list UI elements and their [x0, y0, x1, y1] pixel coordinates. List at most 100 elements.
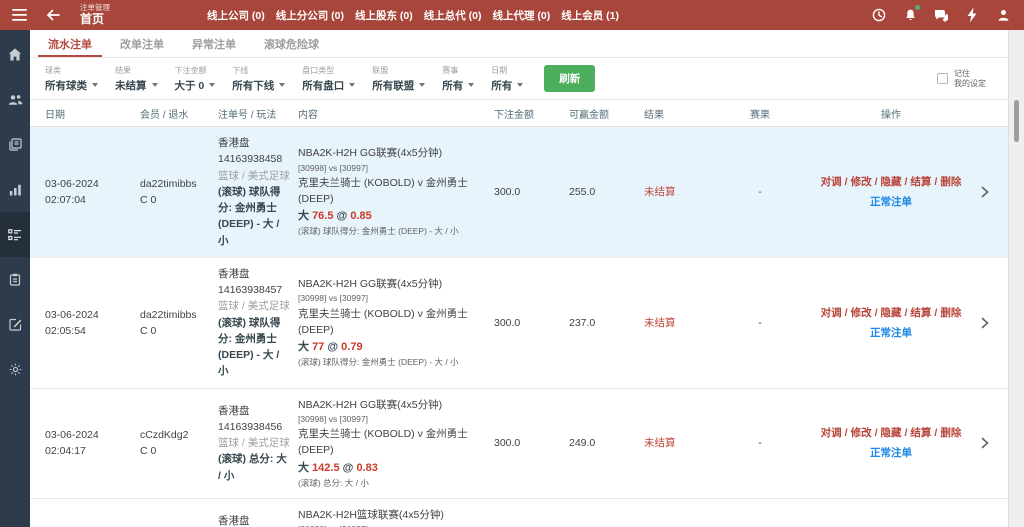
row-expand[interactable] [981, 437, 1001, 449]
filter-market-type-dropdown[interactable]: 盘口类型 所有盘口 [302, 65, 355, 93]
action-hide[interactable]: 隐藏 [881, 307, 902, 319]
filter-league-dropdown[interactable]: 联盟 所有联盟 [372, 65, 425, 93]
win-amount: 249.0 [569, 435, 644, 451]
row-expand[interactable] [981, 186, 1001, 198]
filter-amount-dropdown[interactable]: 下注金额 大于 0 [175, 65, 216, 93]
filter-event-dropdown[interactable]: 赛事 所有 [442, 65, 474, 93]
filter-result-dropdown[interactable]: 结果 未结算 [115, 65, 158, 93]
bet-play-type: (滚球) 球队得分: 金州勇士 (DEEP) - 大 / 小 [218, 184, 292, 249]
filter-downline-dropdown[interactable]: 下线 所有下线 [232, 65, 285, 93]
history-icon[interactable] [870, 6, 888, 24]
sidebar-item-home[interactable] [0, 32, 30, 77]
nav-online-agent[interactable]: 线上代理 (0) [493, 8, 551, 23]
nav-online-master-agent[interactable]: 线上总代 (0) [424, 8, 482, 23]
action-settle[interactable]: 结算 [910, 176, 931, 188]
bet-market: 香港盘 [218, 135, 292, 151]
sidebar-item-users[interactable] [0, 77, 30, 122]
filter-date-dropdown[interactable]: 日期 所有 [491, 65, 523, 93]
row-actions: 对调/修改/隐藏/结算/删除 正常注单 [807, 305, 981, 342]
table-row[interactable]: 03-06-2024 02:04:17 cCzdKdg2 C 0 香港盘 141… [30, 389, 1008, 499]
bet-amount: 300.0 [494, 435, 569, 451]
remember-settings-checkbox[interactable] [937, 73, 948, 84]
action-modify[interactable]: 修改 [851, 427, 872, 439]
bet-number-play: 香港盘 14163938457 篮球 / 美式足球 (滚球) 球队得分: 金州勇… [218, 266, 298, 380]
nav-online-shareholder[interactable]: 线上股东 (0) [355, 8, 413, 23]
bolt-icon[interactable] [963, 6, 981, 24]
action-hide[interactable]: 隐藏 [881, 427, 902, 439]
table-row[interactable]: 03-06-2024 02:05:54 da22timibbs C 0 香港盘 … [30, 258, 1008, 389]
bell-icon[interactable] [901, 6, 919, 24]
action-swap[interactable]: 对调 [821, 307, 842, 319]
tab-modified-bets[interactable]: 改单注单 [106, 30, 178, 57]
action-hide[interactable]: 隐藏 [881, 176, 902, 188]
chat-icon[interactable] [932, 6, 950, 24]
action-swap[interactable]: 对调 [821, 427, 842, 439]
bet-play-sub: (滚球) 球队得分: 金州勇士 (DEEP) - 大 / 小 [298, 356, 488, 369]
settings-icon [9, 363, 22, 376]
sidebar [0, 30, 30, 527]
header-actions [870, 0, 1012, 30]
sidebar-item-notes[interactable] [0, 302, 30, 347]
bet-content: NBA2K-H2H GG联赛(4x5分钟) [30998] vs [30997]… [298, 397, 494, 490]
chevron-down-icon [279, 83, 285, 87]
header-score: 赛果 [719, 106, 807, 121]
sidebar-item-reports[interactable] [0, 167, 30, 212]
filter-bar: 球类 所有球类 结果 未结算 下注金额 大于 0 下线 所有下线 盘口类型 所有… [30, 58, 1008, 100]
bet-market: 香港盘 [218, 513, 292, 527]
header-action: 操作 [807, 106, 981, 121]
match-ids: [30998] vs [30997] [298, 292, 488, 305]
match-teams: 克里夫兰骑士 (KOBOLD) v 金州勇士 (DEEP) [298, 306, 488, 339]
normal-bet-link[interactable]: 正常注单 [807, 445, 975, 461]
header-win: 可赢金额 [569, 106, 644, 121]
filter-sport-dropdown[interactable]: 球类 所有球类 [45, 65, 98, 93]
match-ids: [30998] vs [30997] [298, 162, 488, 175]
match-score: - [719, 435, 807, 451]
hamburger-menu-icon[interactable] [6, 2, 32, 28]
sidebar-item-settings[interactable] [0, 347, 30, 392]
row-expand[interactable] [981, 317, 1001, 329]
nav-online-subcompany[interactable]: 线上分公司 (0) [276, 8, 344, 23]
table-row[interactable]: 03-06-2024 02:03:43 cCzdKdg2 C 0 香港盘 141… [30, 499, 1008, 527]
sidebar-item-documents[interactable] [0, 122, 30, 167]
league-name: NBA2K-H2H篮球联赛(4x5分钟) [298, 507, 488, 523]
tab-abnormal-bets[interactable]: 异常注单 [178, 30, 250, 57]
tab-bar: 流水注单 改单注单 异常注单 滚球危险球 [30, 30, 1008, 58]
normal-bet-link[interactable]: 正常注单 [807, 325, 975, 341]
account-icon[interactable] [994, 6, 1012, 24]
tab-inplay-danger[interactable]: 滚球危险球 [250, 30, 333, 57]
action-delete[interactable]: 删除 [940, 176, 961, 188]
refresh-button[interactable]: 刷新 [544, 65, 595, 92]
action-settle[interactable]: 结算 [910, 307, 931, 319]
action-modify[interactable]: 修改 [851, 307, 872, 319]
nav-online-member[interactable]: 线上会员 (1) [561, 8, 619, 23]
bet-market: 香港盘 [218, 403, 292, 419]
action-delete[interactable]: 删除 [940, 307, 961, 319]
app-header: 注单管理 首页 线上公司 (0) 线上分公司 (0) 线上股东 (0) 线上总代… [0, 0, 1024, 30]
bet-member: cCzdKdg2 C 0 [140, 427, 218, 460]
sidebar-item-clipboard[interactable] [0, 257, 30, 302]
scrollbar-thumb[interactable] [1014, 100, 1019, 142]
table-row[interactable]: 03-06-2024 02:07:04 da22timibbs C 0 香港盘 … [30, 127, 1008, 258]
chevron-down-icon [152, 83, 158, 87]
tab-running-bets[interactable]: 流水注单 [34, 30, 106, 57]
bet-amount: 300.0 [494, 184, 569, 200]
action-delete[interactable]: 删除 [940, 427, 961, 439]
chevron-right-icon [981, 186, 995, 198]
normal-bet-link[interactable]: 正常注单 [807, 194, 975, 210]
sidebar-item-bet-orders[interactable] [0, 212, 30, 257]
action-modify[interactable]: 修改 [851, 176, 872, 188]
bet-pick: 大 77 @ 0.79 [298, 339, 488, 356]
orders-icon [8, 229, 22, 241]
bet-number-play: 香港盘 14163938455 篮球 / 美式足球 (滚球) 总分: 大 / 小 [218, 513, 298, 527]
league-name: NBA2K-H2H GG联赛(4x5分钟) [298, 276, 488, 292]
action-settle[interactable]: 结算 [910, 427, 931, 439]
documents-icon [8, 138, 22, 151]
bet-result: 未结算 [644, 435, 719, 451]
back-arrow-icon[interactable] [40, 2, 66, 28]
table-body: 03-06-2024 02:07:04 da22timibbs C 0 香港盘 … [30, 127, 1008, 527]
header-member: 会员 / 退水 [140, 106, 218, 121]
main-content: 流水注单 改单注单 异常注单 滚球危险球 球类 所有球类 结果 未结算 下注金额… [30, 30, 1008, 527]
nav-online-company[interactable]: 线上公司 (0) [207, 8, 265, 23]
action-swap[interactable]: 对调 [821, 176, 842, 188]
home-icon [8, 48, 22, 61]
